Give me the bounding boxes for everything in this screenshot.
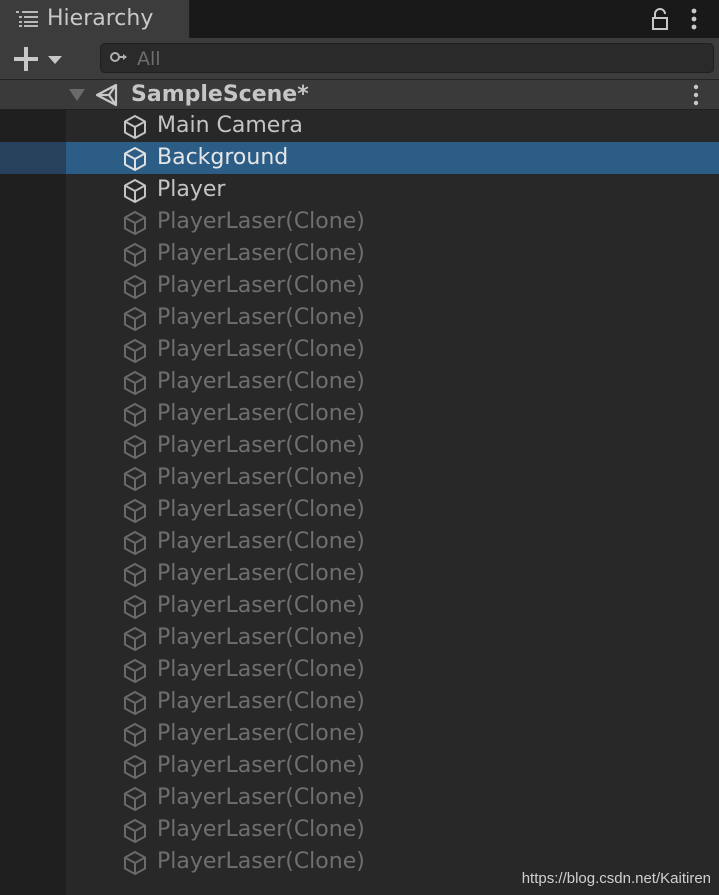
hierarchy-item-label: PlayerLaser(Clone) <box>157 369 365 394</box>
hierarchy-item[interactable]: PlayerLaser(Clone) <box>0 654 719 686</box>
hierarchy-item[interactable]: PlayerLaser(Clone) <box>0 270 719 302</box>
gameobject-cube-icon <box>122 530 148 556</box>
hierarchy-item[interactable]: PlayerLaser(Clone) <box>0 430 719 462</box>
tab-bar: Hierarchy <box>0 0 719 38</box>
hierarchy-item-label: PlayerLaser(Clone) <box>157 849 365 874</box>
hierarchy-item-label: PlayerLaser(Clone) <box>157 529 365 554</box>
hierarchy-item[interactable]: PlayerLaser(Clone) <box>0 302 719 334</box>
hierarchy-item[interactable]: Main Camera <box>0 110 719 142</box>
foldout-arrow-icon[interactable] <box>68 88 86 102</box>
gameobject-cube-icon <box>122 690 148 716</box>
gameobject-cube-icon <box>122 594 148 620</box>
gameobject-cube-icon <box>122 178 148 204</box>
gameobject-cube-icon <box>122 306 148 332</box>
gameobject-cube-icon <box>122 786 148 812</box>
gameobject-cube-icon <box>122 850 148 876</box>
gameobject-cube-icon <box>122 722 148 748</box>
hierarchy-item[interactable]: PlayerLaser(Clone) <box>0 718 719 750</box>
hierarchy-item-label: PlayerLaser(Clone) <box>157 241 365 266</box>
hierarchy-item-label: Background <box>157 145 289 170</box>
gameobject-cube-icon <box>122 402 148 428</box>
gameobject-cube-icon <box>122 466 148 492</box>
gameobject-cube-icon <box>122 242 148 268</box>
hierarchy-item[interactable]: PlayerLaser(Clone) <box>0 238 719 270</box>
hierarchy-item-label: PlayerLaser(Clone) <box>157 401 365 426</box>
hierarchy-list-icon <box>16 11 38 27</box>
kebab-menu-icon[interactable] <box>686 7 702 31</box>
hierarchy-item-label: PlayerLaser(Clone) <box>157 273 365 298</box>
hierarchy-item-label: PlayerLaser(Clone) <box>157 209 365 234</box>
gameobject-cube-icon <box>122 818 148 844</box>
hierarchy-item[interactable]: PlayerLaser(Clone) <box>0 334 719 366</box>
hierarchy-item-label: PlayerLaser(Clone) <box>157 657 365 682</box>
search-field[interactable] <box>100 43 714 74</box>
hierarchy-item[interactable]: PlayerLaser(Clone) <box>0 750 719 782</box>
gameobject-cube-icon <box>122 370 148 396</box>
hierarchy-item[interactable]: PlayerLaser(Clone) <box>0 686 719 718</box>
hierarchy-item-label: PlayerLaser(Clone) <box>157 721 365 746</box>
selection-gutter <box>0 142 66 174</box>
hierarchy-item[interactable]: PlayerLaser(Clone) <box>0 366 719 398</box>
hierarchy-item[interactable]: PlayerLaser(Clone) <box>0 590 719 622</box>
hierarchy-item-label: PlayerLaser(Clone) <box>157 497 365 522</box>
hierarchy-item-label: PlayerLaser(Clone) <box>157 561 365 586</box>
gameobject-cube-icon <box>122 658 148 684</box>
hierarchy-item[interactable]: Background <box>0 142 719 174</box>
hierarchy-item-label: PlayerLaser(Clone) <box>157 337 365 362</box>
tab-hierarchy[interactable]: Hierarchy <box>0 0 190 38</box>
hierarchy-item[interactable]: Player <box>0 174 719 206</box>
gameobject-cube-icon <box>122 274 148 300</box>
hierarchy-item[interactable]: PlayerLaser(Clone) <box>0 462 719 494</box>
hierarchy-item[interactable]: PlayerLaser(Clone) <box>0 526 719 558</box>
scene-menu-icon[interactable] <box>689 84 703 106</box>
gameobject-cube-icon <box>122 562 148 588</box>
hierarchy-item-label: PlayerLaser(Clone) <box>157 433 365 458</box>
gameobject-cube-icon <box>122 114 148 140</box>
hierarchy-item-label: PlayerLaser(Clone) <box>157 817 365 842</box>
gameobject-cube-icon <box>122 498 148 524</box>
plus-dropdown-icon[interactable] <box>12 44 66 74</box>
hierarchy-item[interactable]: PlayerLaser(Clone) <box>0 494 719 526</box>
gameobject-cube-icon <box>122 434 148 460</box>
hierarchy-toolbar <box>0 38 719 80</box>
hierarchy-item[interactable]: PlayerLaser(Clone) <box>0 206 719 238</box>
gameobject-cube-icon <box>122 210 148 236</box>
gameobject-cube-icon <box>122 754 148 780</box>
scene-header[interactable]: SampleScene* <box>0 80 719 110</box>
watermark: https://blog.csdn.net/Kaitiren <box>521 870 711 887</box>
lock-icon[interactable] <box>650 8 670 30</box>
tab-title: Hierarchy <box>47 6 154 31</box>
gameobject-cube-icon <box>122 146 148 172</box>
scene-name: SampleScene* <box>131 82 309 107</box>
hierarchy-item-label: PlayerLaser(Clone) <box>157 465 365 490</box>
gameobject-cube-icon <box>122 626 148 652</box>
search-input[interactable] <box>135 44 699 74</box>
hierarchy-item[interactable]: PlayerLaser(Clone) <box>0 814 719 846</box>
hierarchy-item[interactable]: PlayerLaser(Clone) <box>0 558 719 590</box>
hierarchy-item[interactable]: PlayerLaser(Clone) <box>0 398 719 430</box>
hierarchy-item-label: PlayerLaser(Clone) <box>157 305 365 330</box>
hierarchy-item-label: PlayerLaser(Clone) <box>157 689 365 714</box>
hierarchy-item-label: Player <box>157 177 226 202</box>
gameobject-cube-icon <box>122 338 148 364</box>
hierarchy-item-label: PlayerLaser(Clone) <box>157 593 365 618</box>
search-icon <box>110 52 127 62</box>
hierarchy-item-label: Main Camera <box>157 113 303 138</box>
hierarchy-item-label: PlayerLaser(Clone) <box>157 753 365 778</box>
hierarchy-item-label: PlayerLaser(Clone) <box>157 625 365 650</box>
hierarchy-item-label: PlayerLaser(Clone) <box>157 785 365 810</box>
hierarchy-item[interactable]: PlayerLaser(Clone) <box>0 782 719 814</box>
unity-logo-icon <box>95 83 118 107</box>
hierarchy-item[interactable]: PlayerLaser(Clone) <box>0 622 719 654</box>
